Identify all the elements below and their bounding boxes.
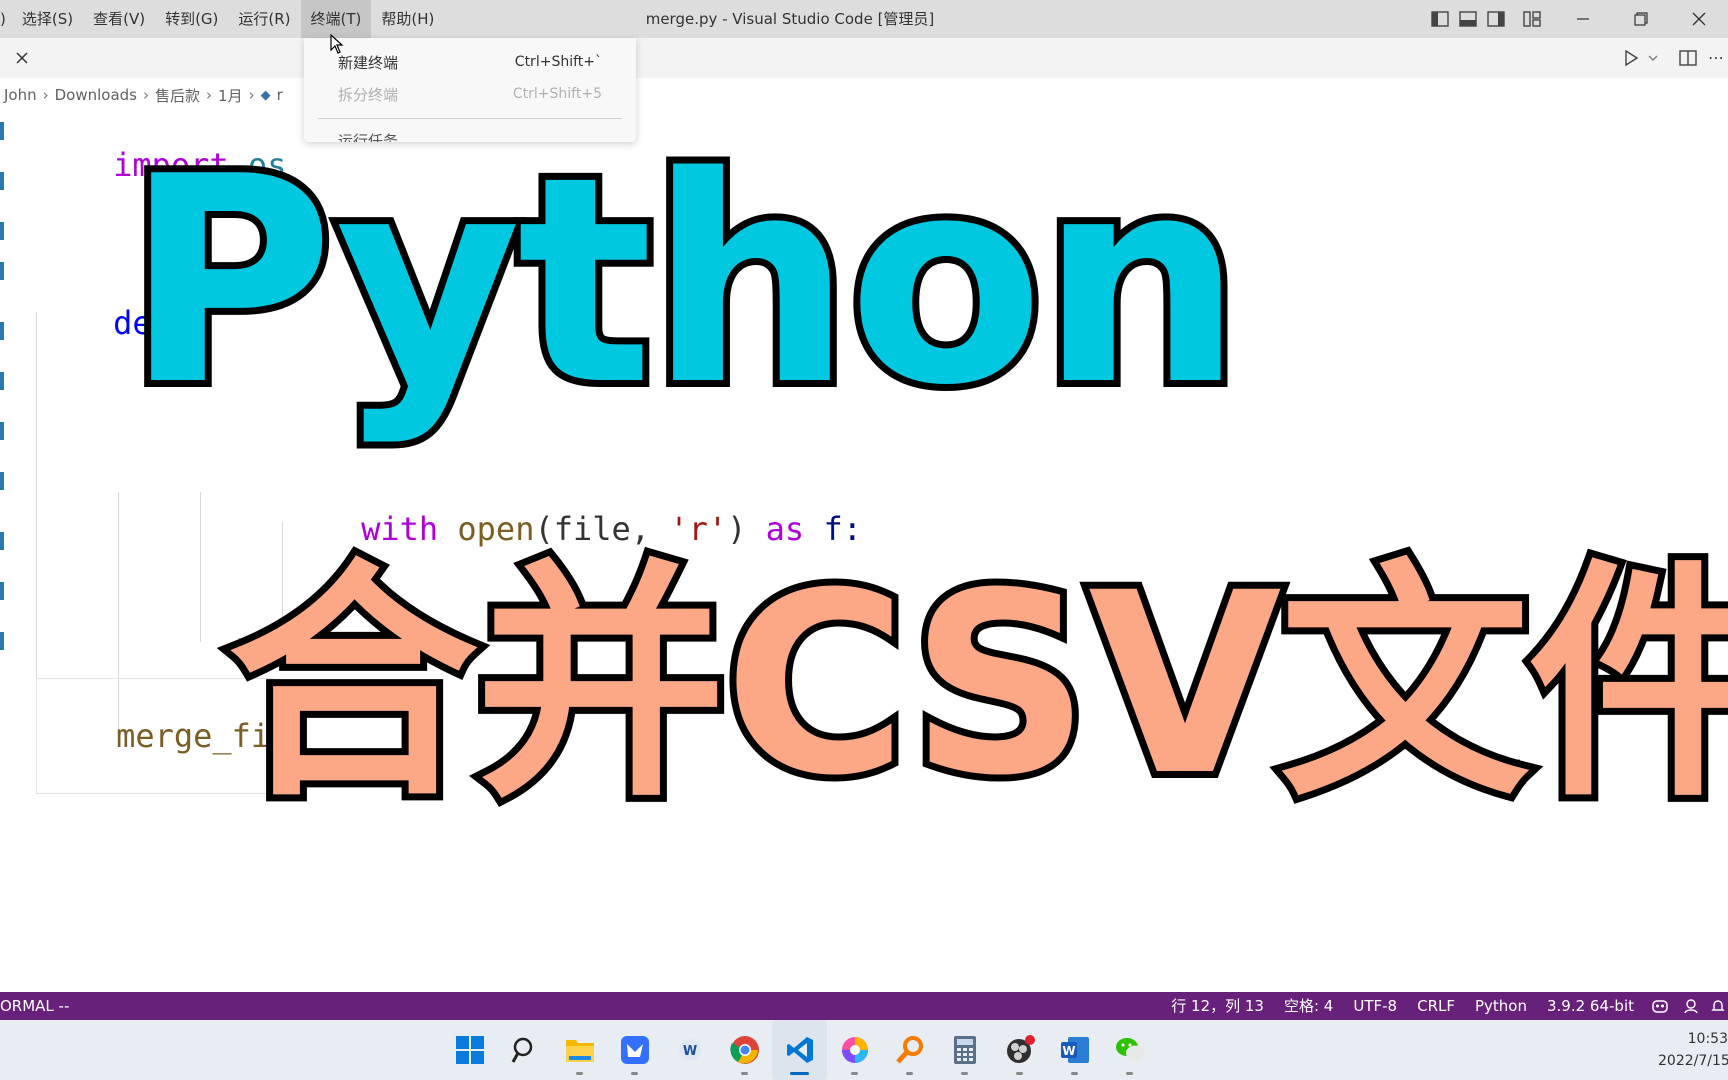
menu-item-help[interactable]: 帮助(H) [371, 0, 444, 38]
gutter-marker [0, 472, 4, 490]
running-indicator [1126, 1072, 1133, 1075]
menu-item-shortcut: Ctrl+Shift+5 [512, 86, 602, 102]
menu-item-go[interactable]: 转到(G) [155, 0, 228, 38]
overlay-subtitle: 合并CSV文件 [221, 539, 1728, 830]
gutter-marker [0, 632, 4, 650]
overlay-title: Python [118, 116, 1250, 448]
breadcrumb: John › Downloads › 售后款 › 1月 › ◆ r [4, 80, 283, 110]
taskbar: W W 10:53 2022/7/15 [0, 1020, 1728, 1080]
close-button[interactable] [1670, 0, 1728, 38]
running-indicator [576, 1072, 583, 1075]
indentation-setting[interactable]: 空格: 4 [1274, 992, 1343, 1020]
menu-item-view[interactable]: 查看(V) [83, 0, 155, 38]
chevron-down-icon[interactable] [1648, 47, 1660, 69]
window-controls [1426, 0, 1728, 38]
menu-item-new-terminal[interactable]: 新建终端 Ctrl+Shift+` [338, 50, 602, 74]
chevron-right-icon: › [206, 86, 213, 104]
breadcrumb-item[interactable]: 1月 [218, 85, 243, 106]
editor-actions: ⋯ [1620, 38, 1728, 78]
split-editor-icon[interactable] [1674, 47, 1702, 69]
title-bar: ) 选择(S) 查看(V) 转到(G) 运行(R) 终端(T) 帮助(H) me… [0, 0, 1728, 38]
clock-time: 10:53 [1687, 1031, 1728, 1047]
restore-button[interactable] [1612, 0, 1670, 38]
menu-item-run[interactable]: 运行(R) [228, 0, 300, 38]
feedback-icon[interactable] [1676, 992, 1708, 1020]
breadcrumb-item[interactable]: John [4, 86, 37, 104]
menu-item-split-terminal[interactable]: 拆分终端 Ctrl+Shift+5 [338, 82, 602, 106]
menu-item-select[interactable]: 选择(S) [12, 0, 83, 38]
wechat-icon[interactable] [1102, 1020, 1157, 1080]
menu-item-selection-cut[interactable]: ) [0, 0, 12, 38]
menu-item-shortcut: Ctrl+Shift+` [514, 54, 602, 70]
svg-text:W: W [682, 1044, 696, 1059]
obs-icon[interactable] [992, 1020, 1047, 1080]
close-icon[interactable] [10, 46, 34, 70]
taskbar-apps: W W [442, 1020, 1157, 1080]
python-file-icon: ◆ [260, 87, 271, 103]
running-indicator [790, 1072, 809, 1075]
cursor-position[interactable]: 行 12，列 13 [1161, 992, 1274, 1020]
gutter-marker [0, 262, 4, 280]
menu-item-label: 拆分终端 [338, 85, 399, 104]
gutter-marker [0, 222, 4, 240]
feishu-icon[interactable] [607, 1020, 662, 1080]
status-bar-right: 行 12，列 13 空格: 4 UTF-8 CRLF Python 3.9.2 … [1161, 992, 1728, 1020]
running-indicator [851, 1072, 858, 1075]
gutter-marker [0, 172, 4, 190]
running-indicator [631, 1072, 638, 1075]
search-tool-icon[interactable] [882, 1020, 937, 1080]
status-bar: ORMAL -- 行 12，列 13 空格: 4 UTF-8 CRLF Pyth… [0, 992, 1728, 1020]
word-icon[interactable]: W [1047, 1020, 1102, 1080]
calculator-icon[interactable] [937, 1020, 992, 1080]
file-explorer-icon[interactable] [552, 1020, 607, 1080]
chevron-right-icon: › [42, 86, 49, 104]
chrome-icon[interactable] [717, 1020, 772, 1080]
running-indicator [741, 1072, 748, 1075]
running-indicator [961, 1072, 968, 1075]
file-encoding[interactable]: UTF-8 [1343, 992, 1407, 1020]
toggle-secondary-sidebar-icon[interactable] [1482, 0, 1510, 38]
toggle-panel-icon[interactable] [1454, 0, 1482, 38]
gutter-marker [0, 322, 4, 340]
gutter-marker [0, 122, 4, 140]
bell-icon[interactable] [1708, 992, 1728, 1020]
run-icon[interactable] [1620, 47, 1642, 69]
python-interpreter[interactable]: 3.9.2 64-bit [1537, 992, 1644, 1020]
customize-layout-icon[interactable] [1518, 0, 1546, 38]
menu-item-label: 新建终端 [338, 53, 399, 72]
language-mode[interactable]: Python [1465, 992, 1537, 1020]
photos-icon[interactable] [827, 1020, 882, 1080]
indent-guide [200, 492, 201, 642]
windows-start-icon[interactable] [442, 1020, 497, 1080]
system-clock[interactable]: 10:53 2022/7/15 [1658, 1028, 1728, 1072]
menu-item-terminal[interactable]: 终端(T) [300, 0, 372, 38]
running-indicator [906, 1072, 913, 1075]
gutter-marker [0, 372, 4, 390]
word-alt-icon[interactable]: W [662, 1020, 717, 1080]
gutter-marker [0, 532, 4, 550]
vim-mode-indicator[interactable]: ORMAL -- [0, 992, 79, 1020]
menu-bar: ) 选择(S) 查看(V) 转到(G) 运行(R) 终端(T) 帮助(H) [0, 0, 444, 38]
breadcrumb-item[interactable]: r [277, 86, 283, 104]
breadcrumb-item[interactable]: Downloads [55, 86, 137, 104]
editor-tab-strip: ⋯ [0, 38, 1728, 78]
running-indicator [1016, 1072, 1023, 1075]
copilot-icon[interactable] [1644, 992, 1676, 1020]
more-actions-icon[interactable]: ⋯ [1708, 47, 1724, 69]
chevron-right-icon: › [143, 86, 150, 104]
chevron-right-icon: › [248, 86, 255, 104]
clock-date: 2022/7/15 [1658, 1053, 1728, 1069]
mouse-cursor-icon [330, 33, 344, 58]
vscode-icon[interactable] [772, 1020, 827, 1080]
search-icon[interactable] [497, 1020, 552, 1080]
running-indicator [1071, 1072, 1078, 1075]
line-ending[interactable]: CRLF [1407, 992, 1465, 1020]
gutter-marker [0, 422, 4, 440]
svg-text:W: W [1062, 1044, 1075, 1058]
breadcrumb-item[interactable]: 售后款 [155, 85, 200, 106]
toggle-primary-sidebar-icon[interactable] [1426, 0, 1454, 38]
gutter-marker [0, 582, 4, 600]
minimize-button[interactable] [1554, 0, 1612, 38]
